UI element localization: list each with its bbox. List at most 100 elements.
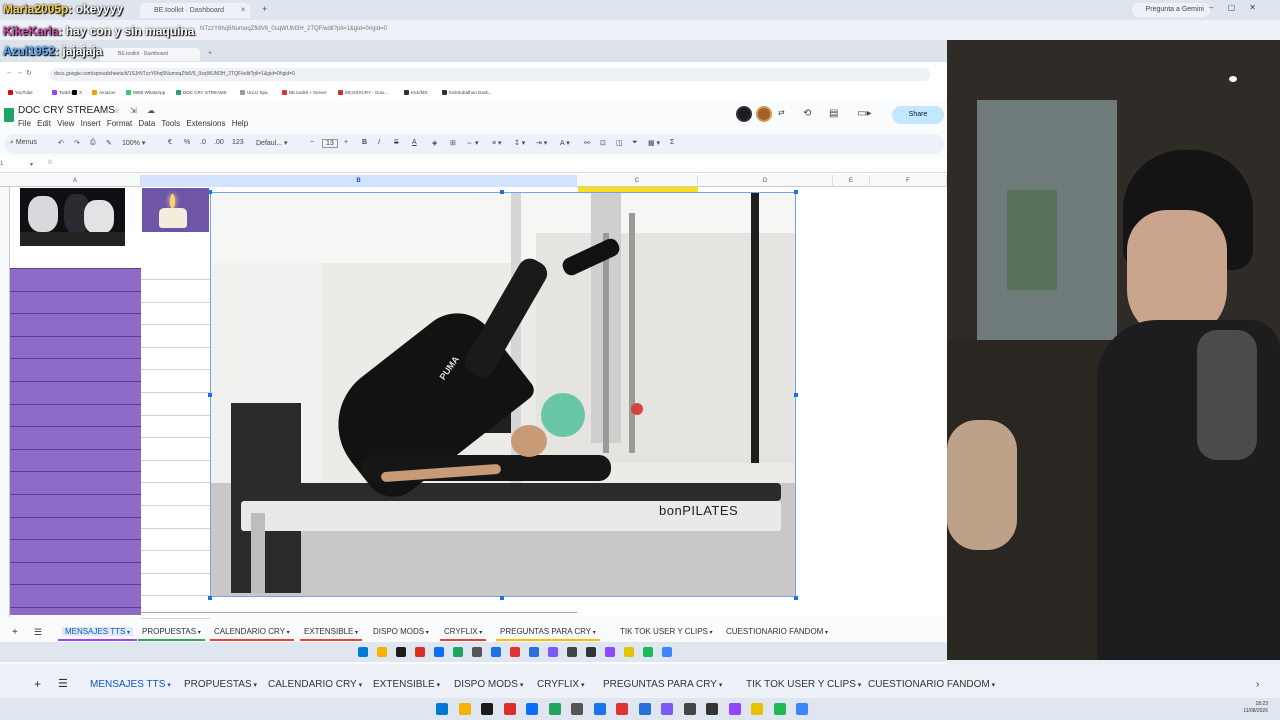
- bookmark[interactable]: MCOSXCRY - Guio...: [338, 86, 388, 100]
- taskbar-app-icon[interactable]: [751, 703, 763, 715]
- outer-url[interactable]: NTzzY6hq5NumoqZfidV6_0sqWUM3H_2TQF/edit?…: [200, 26, 387, 32]
- star-icon[interactable]: ☆: [113, 106, 120, 115]
- taskbar-app-icon[interactable]: [643, 647, 653, 657]
- pilates-photo[interactable]: PUMA bonPILATES: [210, 192, 796, 597]
- menu-tools[interactable]: Tools: [161, 119, 180, 128]
- bookmark[interactable]: X: [72, 86, 82, 100]
- font-select[interactable]: Defaul... ▾: [256, 139, 288, 147]
- outer-tab[interactable]: BE.toolkit · Dashboard ✕: [140, 3, 250, 18]
- sheet-tab[interactable]: TIK TOK USER Y CLIPS ▾: [620, 627, 713, 636]
- system-clock[interactable]: 18:23 11/08/2026: [1243, 701, 1268, 715]
- taskbar-app-icon[interactable]: [358, 647, 368, 657]
- window-controls[interactable]: –▢✕: [1209, 3, 1270, 12]
- scroll-right-icon[interactable]: ›: [1256, 679, 1259, 690]
- bookmark[interactable]: Amazon: [92, 86, 116, 100]
- number-format-button[interactable]: 123: [232, 139, 244, 146]
- column-header-e[interactable]: E: [833, 175, 870, 187]
- tab-menu-icon[interactable]: ▾: [990, 682, 996, 689]
- resize-handle[interactable]: [500, 596, 504, 600]
- sheet-tab[interactable]: DISPO MODS ▾: [373, 627, 429, 636]
- resize-handle[interactable]: [208, 393, 212, 397]
- tab-menu-icon[interactable]: ▾: [518, 682, 524, 689]
- resize-handle[interactable]: [208, 190, 212, 194]
- tab-menu-icon[interactable]: ▾: [579, 682, 585, 689]
- taskbar-app-icon[interactable]: [548, 703, 561, 715]
- collaborators-icon[interactable]: ⇄: [778, 108, 785, 117]
- sheet-tab[interactable]: DISPO MODS ▾: [454, 679, 523, 690]
- increase-decimal-button[interactable]: .00: [214, 139, 224, 146]
- font-size-increase[interactable]: +: [344, 139, 348, 146]
- comment-icon[interactable]: ▤: [829, 108, 838, 119]
- bold-button[interactable]: B: [362, 139, 367, 146]
- tab-menu-icon[interactable]: ▾: [478, 630, 482, 636]
- tab-menu-icon[interactable]: ▾: [252, 682, 258, 689]
- bookmark[interactable]: WEB WhatsApp: [126, 86, 165, 100]
- taskbar-app-icon[interactable]: [396, 647, 406, 657]
- rotate-icon[interactable]: A ▾: [560, 139, 570, 147]
- text-color-button[interactable]: A: [412, 139, 417, 146]
- paint-format-icon[interactable]: ✎: [106, 139, 112, 147]
- taskbar-app-icon[interactable]: [481, 703, 493, 715]
- add-sheet-icon[interactable]: +: [34, 677, 41, 691]
- url-field[interactable]: docs.google.com/spreadsheets/d/1SJrNTzzY…: [50, 68, 930, 81]
- tab-menu-icon[interactable]: ▾: [285, 630, 290, 636]
- resize-handle[interactable]: [794, 190, 798, 194]
- resize-handle[interactable]: [500, 190, 504, 194]
- column-header-f[interactable]: F: [870, 175, 947, 187]
- column-header-c[interactable]: C: [577, 175, 698, 187]
- taskbar-app-icon[interactable]: [529, 647, 539, 657]
- italic-button[interactable]: I: [378, 139, 380, 146]
- sheet-tab[interactable]: CRYFLIX ▾: [440, 627, 487, 641]
- resize-handle[interactable]: [208, 596, 212, 600]
- bookmark[interactable]: Twitch: [52, 86, 72, 100]
- menu-file[interactable]: File: [18, 119, 31, 128]
- taskbar-app-icon[interactable]: [571, 703, 583, 715]
- tab-menu-icon[interactable]: ▾: [708, 630, 713, 636]
- collaborator-avatar[interactable]: [736, 106, 752, 122]
- taskbar-app-icon[interactable]: [472, 647, 482, 657]
- sheet-tab[interactable]: PREGUNTAS PARA CRY ▾: [603, 679, 722, 690]
- fill-color-icon[interactable]: ◈: [432, 139, 437, 147]
- font-size-decrease[interactable]: −: [310, 139, 314, 146]
- tab-menu-icon[interactable]: ▾: [717, 682, 723, 689]
- gemini-button[interactable]: Pregunta a Gemini: [1131, 3, 1210, 17]
- tab-menu-icon[interactable]: ▾: [856, 682, 862, 689]
- filter-icon[interactable]: ⏷: [632, 139, 638, 147]
- decrease-decimal-button[interactable]: .0: [200, 139, 206, 146]
- menu-data[interactable]: Data: [138, 119, 155, 128]
- reload-icon[interactable]: ↻: [26, 69, 32, 77]
- menu-help[interactable]: Help: [232, 119, 248, 128]
- search-menus[interactable]: ⌕ Menus: [10, 139, 37, 147]
- undo-icon[interactable]: ↶: [58, 139, 64, 147]
- tab-menu-icon[interactable]: ▾: [591, 630, 596, 636]
- taskbar-app-icon[interactable]: [796, 703, 808, 715]
- cloud-icon[interactable]: ☁: [147, 106, 155, 115]
- taskbar-app-icon[interactable]: [586, 647, 596, 657]
- functions-icon[interactable]: Σ: [670, 139, 674, 146]
- taskbar-app-icon[interactable]: [616, 703, 628, 715]
- sheet-tab[interactable]: CALENDARIO CRY ▾: [210, 627, 294, 641]
- valign-icon[interactable]: ↧ ▾: [514, 139, 525, 147]
- resize-handle[interactable]: [794, 393, 798, 397]
- name-box-dropdown-icon[interactable]: ▾: [30, 161, 33, 168]
- menu-edit[interactable]: Edit: [37, 119, 51, 128]
- tab-menu-icon[interactable]: ▾: [165, 682, 171, 689]
- taskbar-app-icon[interactable]: [503, 703, 516, 715]
- taskbar-app-icon[interactable]: [593, 703, 606, 715]
- taskbar-app-icon[interactable]: [436, 703, 448, 715]
- chart-icon[interactable]: ◫: [616, 139, 623, 147]
- taskbar-app-icon[interactable]: [683, 703, 696, 715]
- sheet-tab[interactable]: MENSAJES TTS ▾: [58, 627, 137, 641]
- tab-menu-icon[interactable]: ▾: [357, 682, 363, 689]
- bookmark[interactable]: DOC CRY STREAMS: [176, 86, 227, 100]
- column-header-d[interactable]: D: [698, 175, 833, 187]
- bookmark[interactable]: BE.toolkit + Server: [282, 86, 326, 100]
- row-headers[interactable]: [0, 187, 10, 617]
- column-header-b[interactable]: B: [141, 175, 577, 187]
- link-icon[interactable]: ⚯: [584, 139, 590, 147]
- new-tab-icon[interactable]: +: [262, 4, 267, 14]
- zoom-select[interactable]: 100% ▾: [122, 139, 145, 147]
- back-icon[interactable]: ←: [6, 69, 13, 76]
- align-icon[interactable]: ≡ ▾: [492, 139, 502, 147]
- sheet-tab[interactable]: PROPUESTAS ▾: [184, 679, 257, 690]
